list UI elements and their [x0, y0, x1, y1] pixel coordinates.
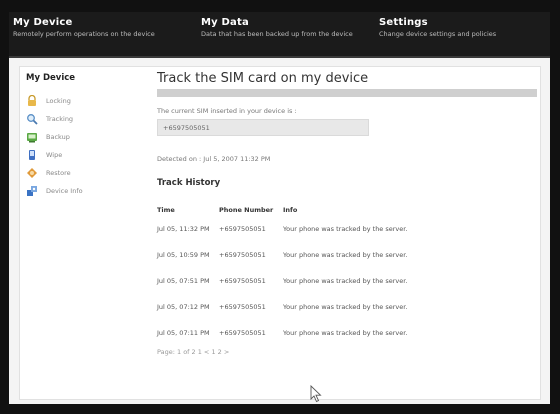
nav-settings-desc: Change device settings and policies — [379, 30, 497, 38]
sidebar-item-label: Device Info — [46, 187, 83, 195]
cell-phone: +6597505051 — [219, 328, 266, 337]
nav-divider — [9, 56, 550, 58]
cell-phone: +6597505051 — [219, 302, 266, 311]
cell-info: Your phone was tracked by the server. — [283, 250, 408, 259]
detected-timestamp: Detected on : Jul 5, 2007 11:32 PM — [157, 155, 271, 163]
cell-info: Your phone was tracked by the server. — [283, 328, 408, 337]
cell-phone: +6597505051 — [219, 250, 266, 259]
col-header-info: Info — [283, 206, 298, 214]
nav-my-data-title[interactable]: My Data — [201, 17, 366, 28]
wipe-icon — [26, 149, 38, 161]
table-row: Jul 05, 07:11 PM +6597505051 Your phone … — [157, 320, 483, 346]
sidebar-item-device-info[interactable]: Device Info — [26, 182, 146, 200]
magnifier-icon — [26, 113, 38, 125]
sidebar-item-wipe[interactable]: Wipe — [26, 146, 146, 164]
cell-phone: +6597505051 — [219, 224, 266, 233]
nav-settings[interactable]: Settings Change device settings and poli… — [379, 17, 544, 38]
track-history-table: Time Phone Number Info Jul 05, 11:32 PM … — [157, 192, 483, 346]
sim-value-field: +6597505051 — [157, 119, 369, 136]
cell-time: Jul 05, 07:51 PM — [157, 276, 210, 285]
table-header-row: Time Phone Number Info — [157, 192, 483, 216]
monitor-frame: My Device Remotely perform operations on… — [0, 0, 560, 414]
col-header-phone: Phone Number — [219, 206, 274, 214]
table-row: Jul 05, 07:51 PM +6597505051 Your phone … — [157, 268, 483, 294]
sidebar-item-locking[interactable]: Locking — [26, 92, 146, 110]
cell-info: Your phone was tracked by the server. — [283, 302, 408, 311]
backup-icon — [26, 131, 38, 143]
browser-screen: My Device Remotely perform operations on… — [9, 12, 550, 404]
table-row: Jul 05, 07:12 PM +6597505051 Your phone … — [157, 294, 483, 320]
table-row: Jul 05, 11:32 PM +6597505051 Your phone … — [157, 216, 483, 242]
main-area: Track the SIM card on my device The curr… — [157, 71, 537, 356]
lock-icon — [26, 94, 38, 107]
sidebar-item-backup[interactable]: Backup — [26, 128, 146, 146]
pagination[interactable]: Page: 1 of 2 1 < 1 2 > — [157, 348, 537, 356]
sim-label: The current SIM inserted in your device … — [157, 107, 297, 115]
sidebar-item-label: Locking — [46, 97, 71, 105]
cell-time: Jul 05, 10:59 PM — [157, 250, 210, 259]
restore-icon — [26, 167, 38, 179]
sidebar-title: My Device — [26, 73, 76, 83]
sidebar: My Device Locking Tracking Backup Wipe R… — [26, 73, 146, 200]
sidebar-item-label: Wipe — [46, 151, 63, 159]
sidebar-item-label: Restore — [46, 169, 71, 177]
sidebar-item-tracking[interactable]: Tracking — [26, 110, 146, 128]
nav-my-data-desc: Data that has been backed up from the de… — [201, 30, 353, 38]
table-row: Jul 05, 10:59 PM +6597505051 Your phone … — [157, 242, 483, 268]
content-panel: My Device Locking Tracking Backup Wipe R… — [19, 66, 541, 403]
cell-info: Your phone was tracked by the server. — [283, 276, 408, 285]
cell-phone: +6597505051 — [219, 276, 266, 285]
nav-my-device[interactable]: My Device Remotely perform operations on… — [13, 17, 178, 38]
cell-time: Jul 05, 11:32 PM — [157, 224, 210, 233]
cell-time: Jul 05, 07:11 PM — [157, 328, 210, 337]
nav-my-data[interactable]: My Data Data that has been backed up fro… — [201, 17, 366, 38]
mouse-pointer-icon — [310, 384, 324, 403]
top-navigation: My Device Remotely perform operations on… — [9, 12, 550, 56]
title-underline-bar — [157, 89, 537, 97]
nav-my-device-title[interactable]: My Device — [13, 17, 178, 28]
col-header-time: Time — [157, 206, 175, 214]
track-history-title: Track History — [157, 178, 221, 188]
sidebar-item-label: Backup — [46, 133, 70, 141]
cell-time: Jul 05, 07:12 PM — [157, 302, 210, 311]
device-info-icon — [26, 185, 38, 197]
cell-info: Your phone was tracked by the server. — [283, 224, 408, 233]
sidebar-item-restore[interactable]: Restore — [26, 164, 146, 182]
page-title: Track the SIM card on my device — [157, 71, 369, 86]
nav-settings-title[interactable]: Settings — [379, 17, 544, 28]
nav-my-device-desc: Remotely perform operations on the devic… — [13, 30, 155, 38]
sidebar-item-label: Tracking — [46, 115, 74, 123]
